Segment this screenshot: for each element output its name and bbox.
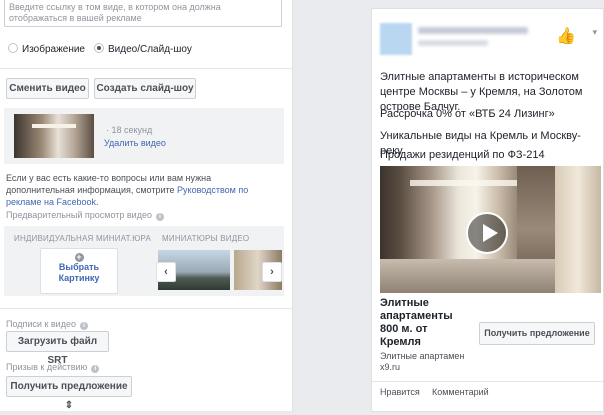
change-video-button[interactable]: Сменить видео	[6, 78, 89, 99]
comment-action[interactable]: Комментарий	[432, 387, 489, 397]
video-thumbnail	[14, 114, 94, 158]
divider	[0, 308, 292, 309]
captions-label-text: Подписи к видео	[6, 319, 76, 329]
uploaded-video-card: · 18 секунд Удалить видео	[4, 108, 284, 164]
video-scene	[380, 259, 555, 293]
ad-domain: x9.ru	[380, 362, 401, 372]
preview-label-text: Предварительный просмотр видео	[6, 210, 152, 220]
ad-description: Элитные апартамен	[380, 351, 465, 361]
get-offer-button[interactable]: Получить предложение	[479, 322, 595, 345]
info-icon[interactable]: i	[91, 365, 100, 373]
cta-select[interactable]: Получить предложение ⇕	[6, 376, 132, 411]
choose-thumb-line2: Картинку	[58, 273, 100, 283]
media-option-video[interactable]: Видео/Слайд-шоу	[94, 43, 192, 55]
captions-section-label: Подписи к видео i	[6, 319, 88, 330]
ad-text-line4: Продажи резиденций по ФЗ-214	[380, 149, 545, 161]
cta-section-label: Призыв к действию i	[6, 362, 100, 373]
radio-video[interactable]	[94, 43, 104, 53]
help-text: Если у вас есть какие-то вопросы или вам…	[6, 172, 281, 208]
ad-text-line2: Рассрочка 0% от «ВТБ 24 Лизинг»	[380, 108, 555, 120]
divider	[0, 68, 292, 69]
media-option-video-label: Видео/Слайд-шоу	[108, 44, 192, 55]
thumbs-up-icon[interactable]: 👍	[556, 26, 576, 46]
page-name-blurred	[418, 27, 528, 34]
preview-section-label: Предварительный просмотр видео i	[6, 210, 164, 221]
video-duration: · 18 секунд	[106, 125, 153, 135]
divider	[372, 381, 603, 382]
ad-headline[interactable]: Элитные апартаменты 800 м. от Кремля	[380, 297, 470, 349]
ad-editor-panel: Введите ссылку в том виде, в котором она…	[0, 0, 293, 411]
ad-video[interactable]	[380, 166, 555, 293]
choose-thumbnail-button[interactable]: + Выбрать Картинку	[40, 248, 118, 294]
media-option-image[interactable]: Изображение	[8, 43, 85, 55]
info-icon[interactable]: i	[79, 322, 88, 330]
like-action[interactable]: Нравится	[380, 387, 420, 397]
radio-image[interactable]	[8, 43, 18, 53]
media-type-selector: Изображение Видео/Слайд-шоу	[8, 43, 192, 55]
chevron-right-icon[interactable]: ›	[262, 262, 282, 282]
create-slideshow-button[interactable]: Создать слайд-шоу	[94, 78, 196, 99]
avatar	[380, 23, 412, 55]
display-link-hint[interactable]: Введите ссылку в том виде, в котором она…	[4, 0, 282, 27]
sponsored-blurred	[418, 40, 488, 46]
cta-label-text: Призыв к действию	[6, 362, 88, 372]
info-icon[interactable]: i	[155, 213, 164, 221]
upload-srt-button[interactable]: Загрузить файл SRT	[6, 331, 109, 366]
thumbs-header: МИНИАТЮРЫ ВИДЕО	[162, 234, 250, 243]
single-thumb-header: ИНДИВИДУАЛЬНАЯ МИНИАТ.ЮРА	[14, 234, 152, 243]
play-icon[interactable]	[466, 212, 508, 254]
chevron-left-icon[interactable]: ‹	[156, 262, 176, 282]
plus-icon: +	[74, 252, 84, 262]
help-text-end: .	[96, 197, 99, 207]
choose-thumb-line1: Выбрать	[58, 262, 100, 272]
delete-video-link[interactable]: Удалить видео	[104, 138, 166, 148]
ad-video-side	[555, 166, 601, 293]
video-scene	[410, 180, 520, 186]
ad-preview-card: ▾ Элитные апартаменты в историческом цен…	[371, 8, 604, 412]
media-option-image-label: Изображение	[22, 44, 85, 55]
chevron-down-icon[interactable]: ▾	[592, 27, 597, 38]
thumbnail-picker: ИНДИВИДУАЛЬНАЯ МИНИАТ.ЮРА МИНИАТЮРЫ ВИДЕ…	[4, 226, 284, 296]
